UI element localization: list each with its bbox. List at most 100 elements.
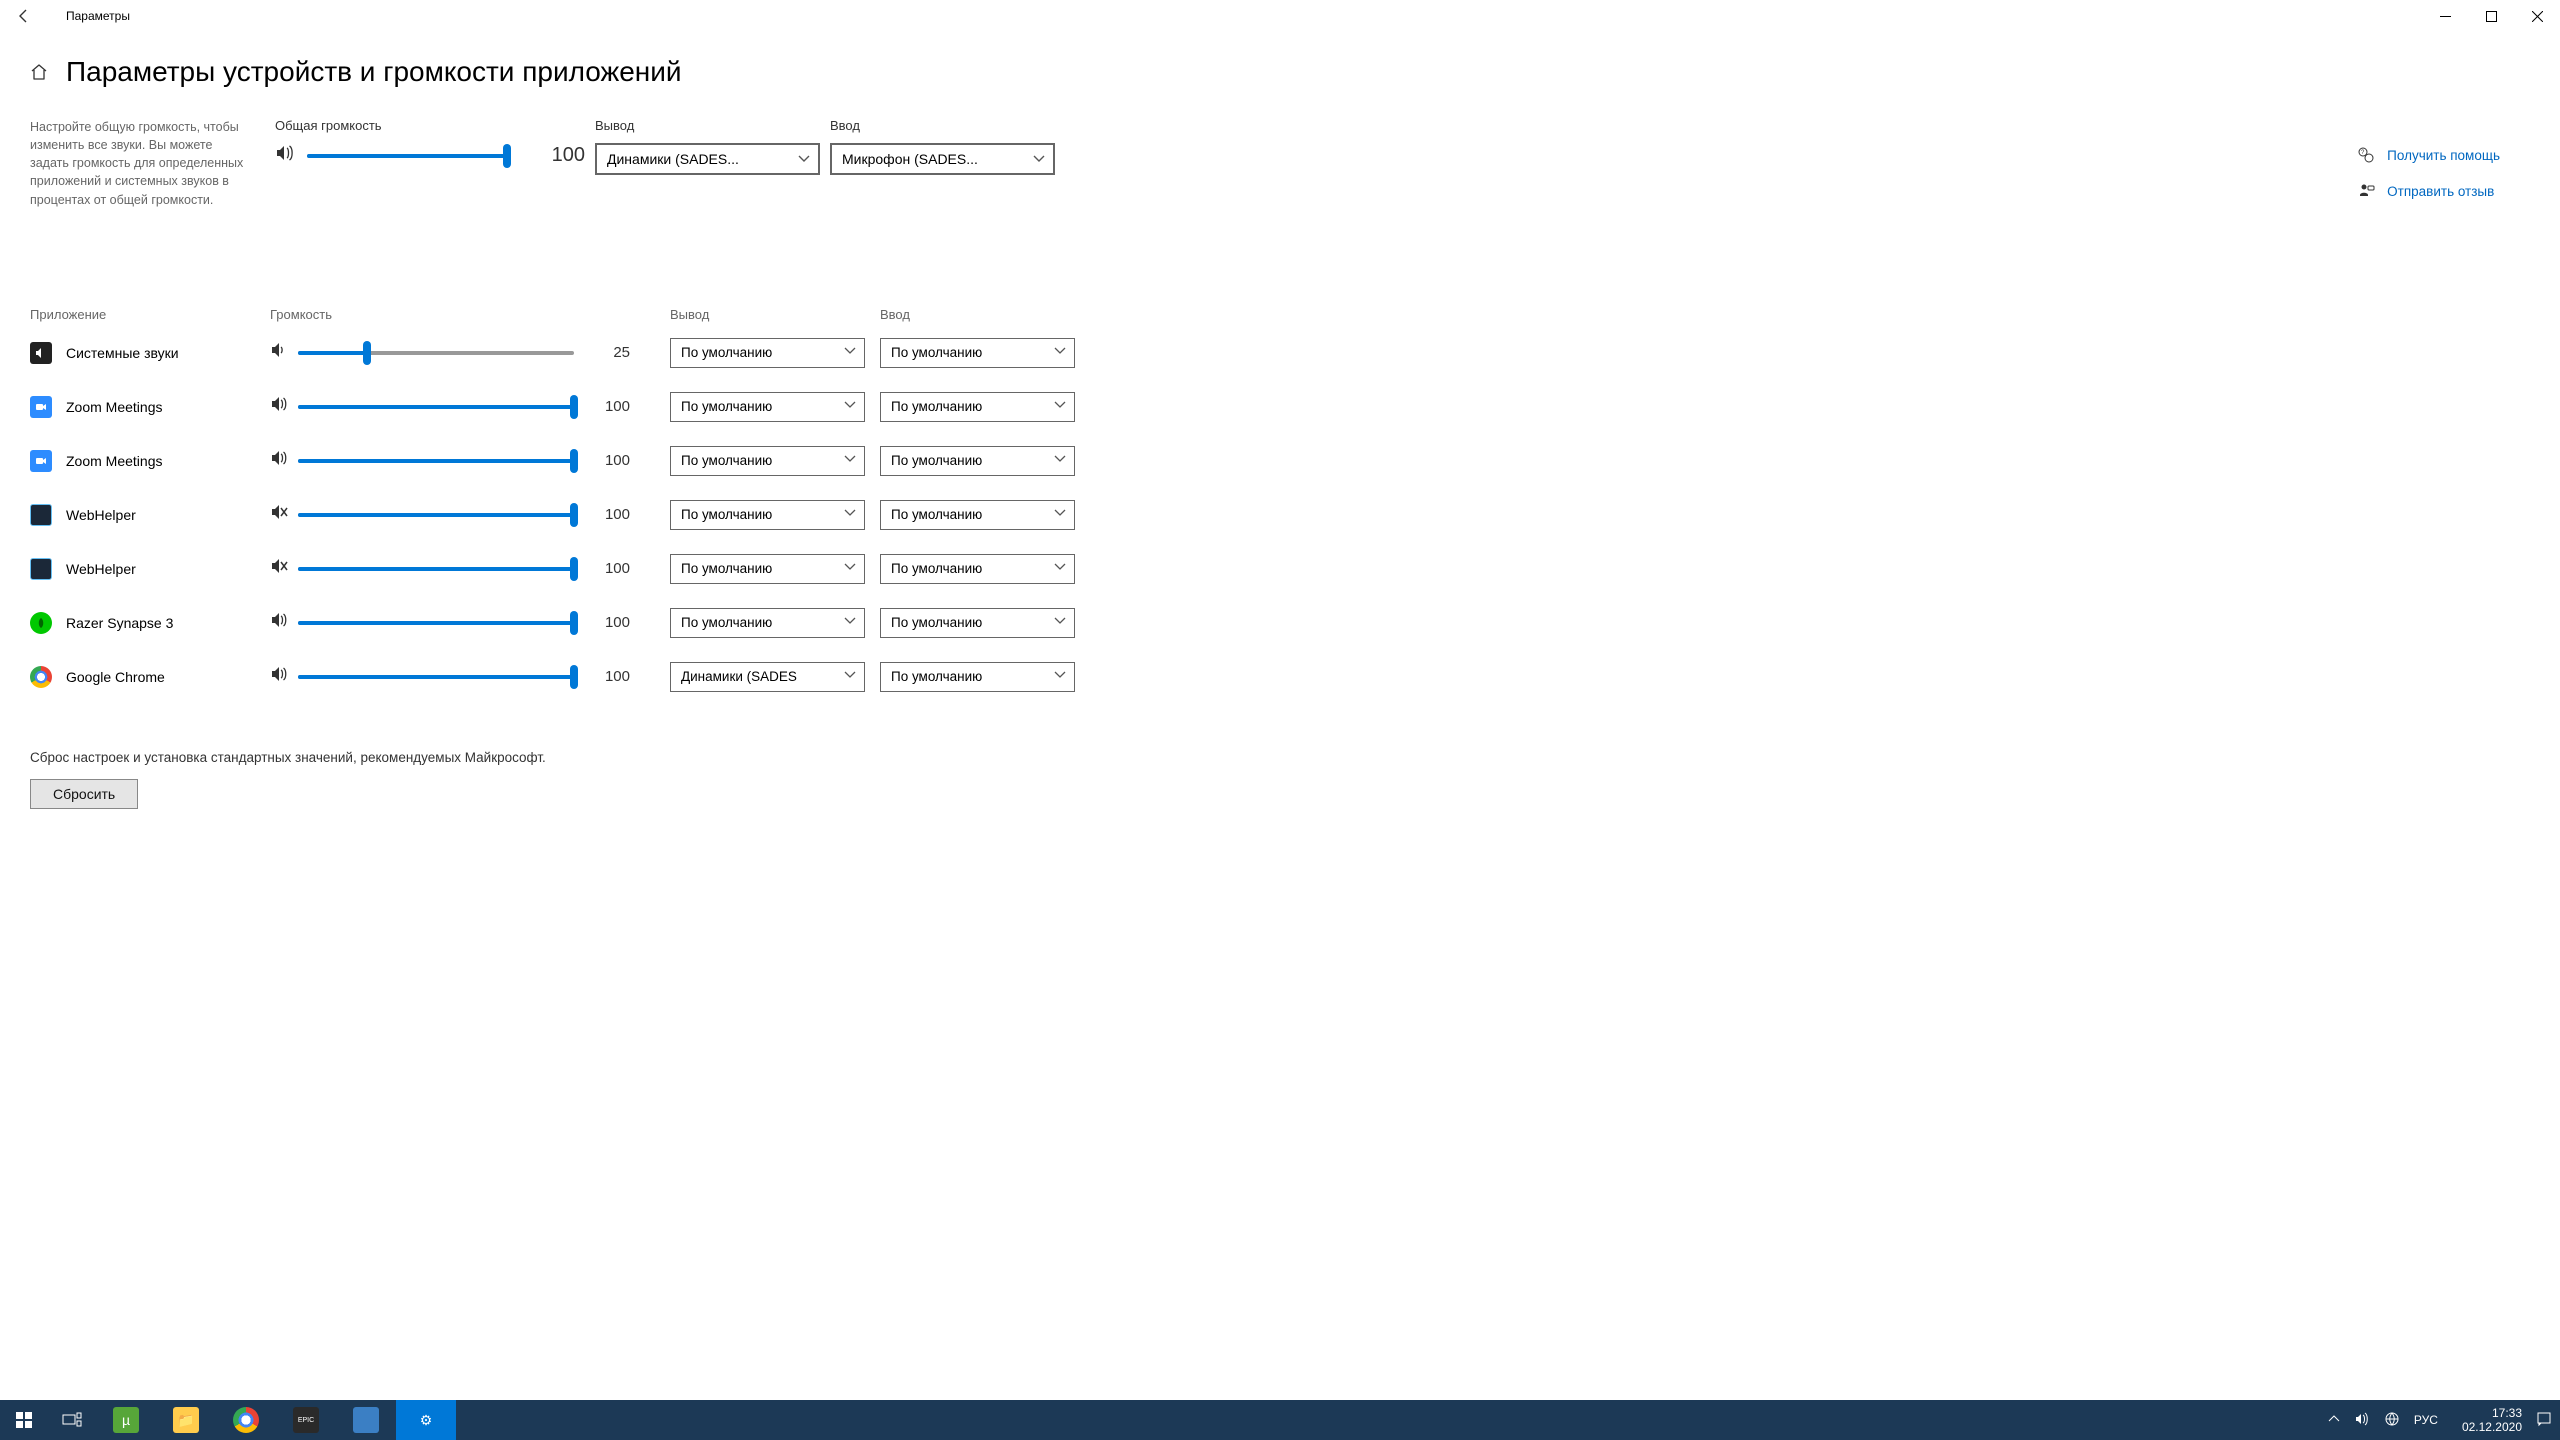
tray-chevron-icon[interactable]	[2328, 1413, 2340, 1428]
app-input-value: По умолчанию	[891, 561, 982, 576]
close-button[interactable]	[2514, 0, 2560, 32]
tray-time: 17:33	[2462, 1406, 2522, 1420]
app-volume-slider[interactable]	[298, 667, 574, 687]
app-output-combo[interactable]: По умолчанию	[670, 500, 865, 530]
taskbar: µ 📁 EPIC ⚙ РУС 17:33 02.12.2020	[0, 1400, 2560, 1440]
app-volume-value: 100	[600, 560, 630, 577]
tray-clock[interactable]: 17:33 02.12.2020	[2462, 1406, 2522, 1435]
taskbar-app-explorer[interactable]: 📁	[156, 1400, 216, 1440]
app-volume-slider[interactable]	[298, 505, 574, 525]
get-help-text: Получить помощь	[2387, 148, 2500, 163]
app-speaker-icon[interactable]	[270, 395, 288, 418]
app-input-combo[interactable]: По умолчанию	[880, 338, 1075, 368]
app-volume-value: 100	[600, 614, 630, 631]
app-input-value: По умолчанию	[891, 453, 982, 468]
app-row: WebHelper100По умолчаниюПо умолчанию	[30, 488, 2530, 542]
task-view-button[interactable]	[48, 1400, 96, 1440]
send-feedback-link[interactable]: Отправить отзыв	[2357, 182, 2500, 200]
app-input-combo[interactable]: По умолчанию	[880, 662, 1075, 692]
start-button[interactable]	[0, 1400, 48, 1440]
app-input-combo[interactable]: По умолчанию	[880, 500, 1075, 530]
app-volume-value: 25	[600, 344, 630, 361]
chevron-down-icon	[844, 345, 856, 360]
app-volume-value: 100	[600, 506, 630, 523]
app-speaker-icon[interactable]	[270, 341, 288, 364]
app-row: Системные звуки 25 По умолчанию По умолчани…	[30, 326, 2530, 380]
tray-network-icon[interactable]	[2384, 1411, 2400, 1430]
app-output-value: По умолчанию	[681, 399, 772, 414]
taskbar-app-utorrent[interactable]: µ	[96, 1400, 156, 1440]
chevron-down-icon	[1054, 615, 1066, 630]
app-input-combo[interactable]: По умолчанию	[880, 554, 1075, 584]
output-device-combo[interactable]: Динамики (SADES...	[595, 143, 820, 175]
app-input-combo[interactable]: По умолчанию	[880, 608, 1075, 638]
minimize-button[interactable]	[2422, 0, 2468, 32]
chevron-down-icon	[844, 615, 856, 630]
app-output-value: По умолчанию	[681, 507, 772, 522]
tray-volume-icon[interactable]	[2354, 1411, 2370, 1430]
chevron-down-icon	[1054, 669, 1066, 684]
app-row: Zoom Meetings100По умолчаниюПо умолчанию	[30, 380, 2530, 434]
app-output-value: Динамики (SADES	[681, 669, 797, 684]
app-speaker-icon[interactable]	[270, 611, 288, 634]
home-icon[interactable]	[30, 63, 48, 81]
chevron-down-icon	[1054, 561, 1066, 576]
chevron-down-icon	[1033, 152, 1045, 168]
chevron-down-icon	[844, 561, 856, 576]
window-title: Параметры	[66, 9, 130, 23]
master-volume-label: Общая громкость	[275, 118, 585, 133]
chevron-down-icon	[844, 669, 856, 684]
chevron-down-icon	[844, 453, 856, 468]
back-button[interactable]	[0, 0, 48, 32]
tray-notifications-icon[interactable]	[2536, 1411, 2552, 1430]
app-output-value: По умолчанию	[681, 453, 772, 468]
chevron-down-icon	[1054, 453, 1066, 468]
app-output-value: По умолчанию	[681, 561, 772, 576]
app-volume-value: 100	[600, 452, 630, 469]
master-volume-slider[interactable]	[307, 146, 507, 166]
speaker-icon[interactable]	[275, 143, 295, 168]
app-input-combo[interactable]: По умолчанию	[880, 446, 1075, 476]
col-in: Ввод	[880, 307, 1090, 322]
chevron-down-icon	[844, 507, 856, 522]
app-speaker-icon[interactable]	[270, 557, 288, 580]
app-speaker-icon[interactable]	[270, 449, 288, 472]
app-speaker-icon[interactable]	[270, 665, 288, 688]
get-help-link[interactable]: ? Получить помощь	[2357, 146, 2500, 164]
chevron-down-icon	[1054, 507, 1066, 522]
app-input-combo[interactable]: По умолчанию	[880, 392, 1075, 422]
taskbar-app-chrome[interactable]	[216, 1400, 276, 1440]
app-output-combo[interactable]: По умолчанию	[670, 554, 865, 584]
app-output-combo[interactable]: Динамики (SADES	[670, 662, 865, 692]
app-volume-slider[interactable]	[298, 397, 574, 417]
output-label: Вывод	[595, 118, 820, 133]
app-name: Системные звуки	[66, 345, 179, 361]
col-out: Вывод	[670, 307, 880, 322]
taskbar-app-settings[interactable]: ⚙	[396, 1400, 456, 1440]
app-row: Razer Synapse 3100По умолчаниюПо умолчан…	[30, 596, 2530, 650]
app-output-combo[interactable]: По умолчанию	[670, 392, 865, 422]
page-description: Настройте общую громкость, чтобы изменит…	[30, 118, 265, 209]
app-volume-slider[interactable]	[298, 613, 574, 633]
taskbar-app-generic[interactable]	[336, 1400, 396, 1440]
app-volume-slider[interactable]	[298, 343, 574, 363]
tray-language[interactable]: РУС	[2414, 1413, 2438, 1427]
reset-button[interactable]: Сбросить	[30, 779, 138, 809]
app-speaker-icon[interactable]	[270, 503, 288, 526]
app-output-combo[interactable]: По умолчанию	[670, 338, 865, 368]
output-device-value: Динамики (SADES...	[607, 151, 739, 167]
app-input-value: По умолчанию	[891, 345, 982, 360]
input-device-combo[interactable]: Микрофон (SADES...	[830, 143, 1055, 175]
app-output-value: По умолчанию	[681, 615, 772, 630]
app-output-combo[interactable]: По умолчанию	[670, 608, 865, 638]
maximize-button[interactable]	[2468, 0, 2514, 32]
app-output-combo[interactable]: По умолчанию	[670, 446, 865, 476]
app-name: Google Chrome	[66, 669, 165, 685]
app-name: WebHelper	[66, 561, 136, 577]
app-row: Google Chrome100Динамики (SADESПо умолча…	[30, 650, 2530, 704]
taskbar-app-epic[interactable]: EPIC	[276, 1400, 336, 1440]
chevron-down-icon	[844, 399, 856, 414]
app-input-value: По умолчанию	[891, 615, 982, 630]
app-volume-slider[interactable]	[298, 559, 574, 579]
app-volume-slider[interactable]	[298, 451, 574, 471]
